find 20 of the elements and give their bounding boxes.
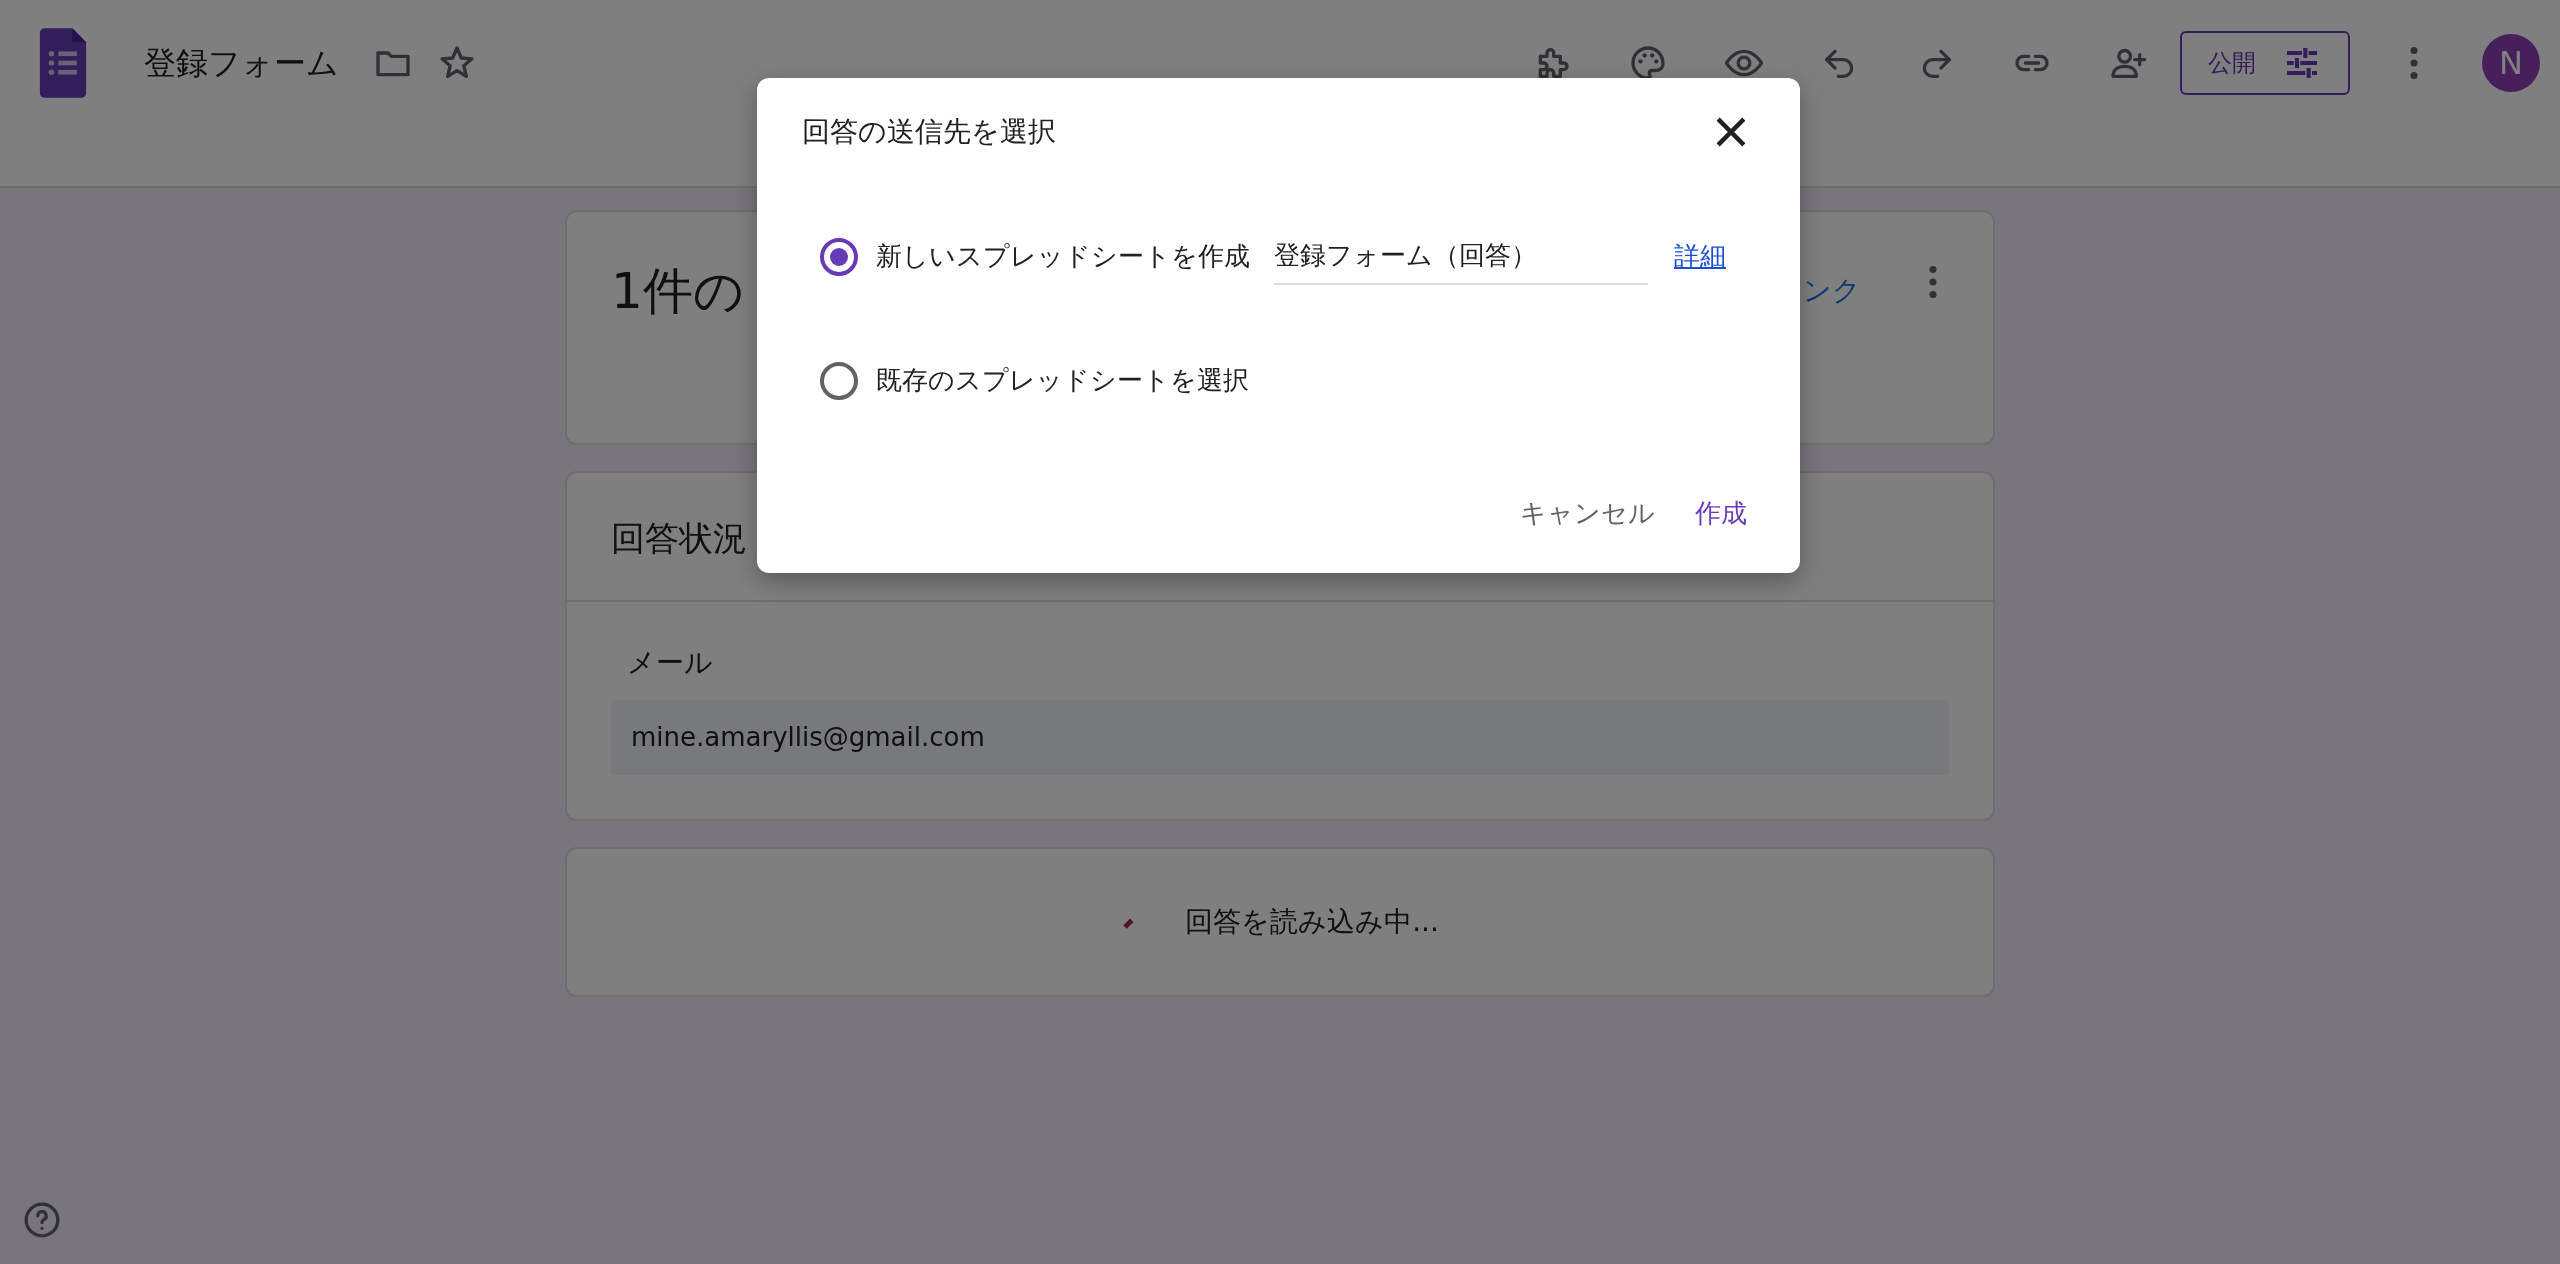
response-value: mine.amaryllis@gmail.com [611, 700, 1949, 775]
form-title[interactable]: 登録フォーム [144, 39, 339, 87]
responses-heading: 1件の [611, 261, 744, 322]
option-label: 既存のスプレッドシートを選択 [876, 364, 1249, 397]
spreadsheet-name-field[interactable]: 登録フォーム（回答） [1274, 228, 1648, 285]
more-vertical-icon [2410, 47, 2418, 79]
create-button[interactable]: 作成 [1687, 488, 1755, 539]
help-icon [22, 1200, 62, 1240]
account-avatar[interactable]: N [2482, 34, 2540, 92]
radio-button[interactable] [820, 237, 858, 276]
option-label: 新しいスプレッドシートを作成 [876, 240, 1250, 273]
status-heading: 回答状況 [611, 518, 747, 558]
publish-button[interactable]: 公開 [2180, 31, 2350, 95]
more-vertical-icon [1929, 266, 1937, 298]
dialog-title: 回答の送信先を選択 [802, 114, 1056, 150]
details-link[interactable]: 詳細 [1674, 237, 1726, 276]
loading-text: 回答を読み込み中... [1185, 904, 1439, 940]
radio-button[interactable] [820, 361, 858, 400]
field-label: メール [627, 646, 713, 679]
cancel-button[interactable]: キャンセル [1512, 488, 1663, 539]
